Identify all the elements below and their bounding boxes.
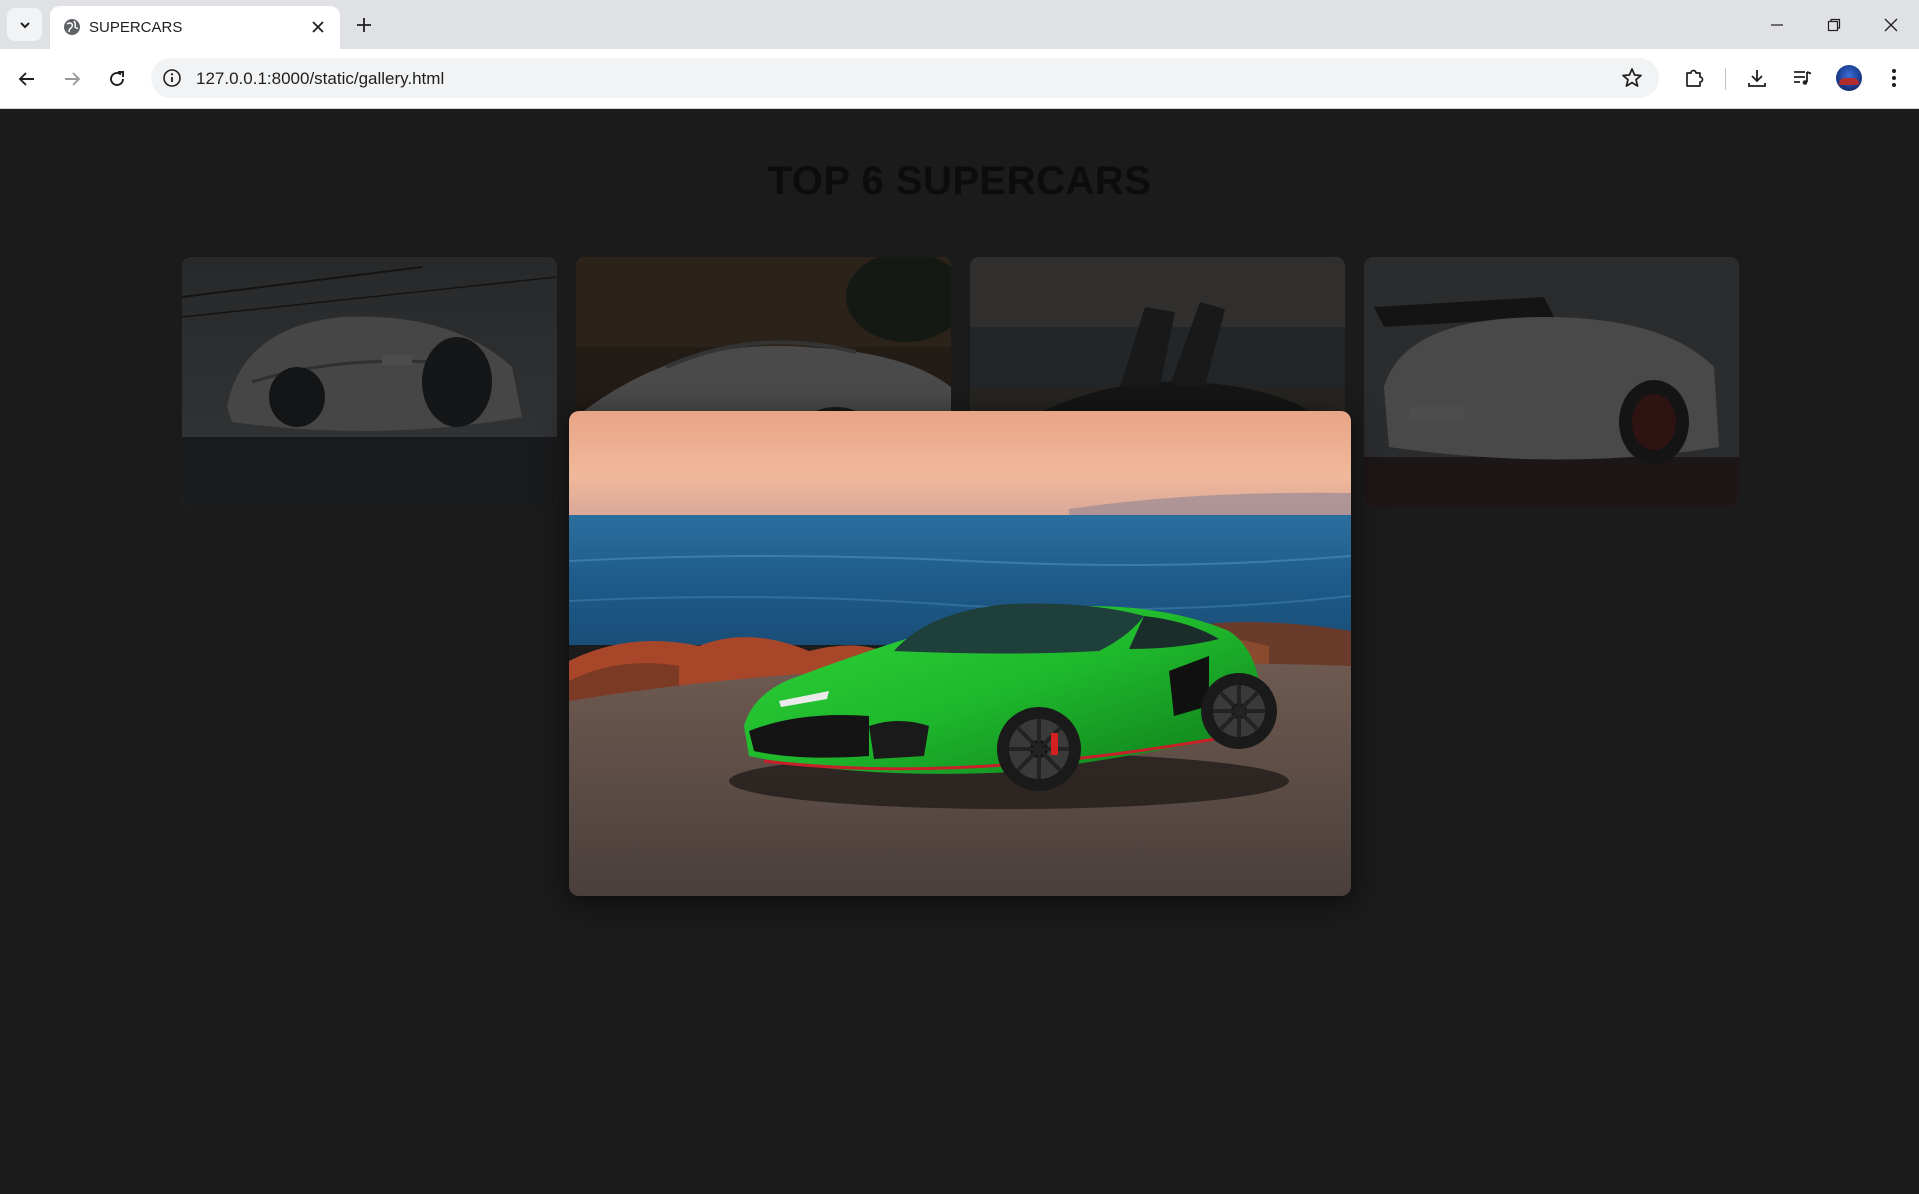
thumbnail-overlay bbox=[182, 257, 557, 507]
close-window-button[interactable] bbox=[1876, 10, 1906, 40]
minimize-icon bbox=[1771, 24, 1783, 26]
browser-toolbar: 127.0.0.1:8000/static/gallery.html bbox=[0, 49, 1919, 109]
close-icon bbox=[1884, 18, 1898, 32]
more-vertical-icon bbox=[1892, 69, 1896, 87]
tab-search-button[interactable] bbox=[7, 8, 42, 41]
bookmark-star-icon[interactable] bbox=[1621, 67, 1643, 89]
tab-title: SUPERCARS bbox=[89, 19, 183, 36]
reload-button[interactable] bbox=[103, 65, 131, 93]
page-title: TOP 6 SUPERCARS bbox=[767, 159, 1152, 203]
toolbar-divider bbox=[1725, 68, 1726, 90]
profile-avatar[interactable] bbox=[1836, 65, 1862, 91]
info-icon[interactable] bbox=[162, 68, 182, 88]
browser-menu-button[interactable] bbox=[1880, 64, 1908, 92]
extensions-button[interactable] bbox=[1680, 64, 1708, 92]
minimize-button[interactable] bbox=[1762, 10, 1792, 40]
arrow-right-icon bbox=[65, 72, 81, 86]
car-photo bbox=[569, 411, 1351, 896]
reload-icon bbox=[110, 71, 124, 86]
new-tab-button[interactable] bbox=[352, 13, 376, 37]
downloads-button[interactable] bbox=[1743, 64, 1771, 92]
browser-tab-bar: SUPERCARS bbox=[0, 0, 1919, 49]
media-controls-button[interactable] bbox=[1788, 64, 1816, 92]
plus-icon bbox=[357, 18, 371, 32]
globe-icon bbox=[64, 19, 80, 35]
arrow-left-icon bbox=[18, 72, 34, 86]
forward-button[interactable] bbox=[58, 65, 86, 93]
gallery-thumbnail-1[interactable] bbox=[182, 257, 557, 507]
gallery-thumbnail-4[interactable] bbox=[1364, 257, 1739, 507]
chevron-down-icon bbox=[19, 21, 30, 28]
browser-tab[interactable]: SUPERCARS bbox=[50, 6, 340, 49]
gallery-page: TOP 6 SUPERCARS bbox=[0, 109, 1919, 1194]
tab-close-button[interactable] bbox=[308, 17, 328, 37]
restore-icon bbox=[1827, 18, 1841, 32]
download-icon bbox=[1748, 70, 1766, 87]
address-bar[interactable]: 127.0.0.1:8000/static/gallery.html bbox=[151, 58, 1659, 98]
puzzle-icon bbox=[1686, 69, 1704, 87]
lightbox-image[interactable] bbox=[569, 411, 1351, 896]
close-icon bbox=[312, 21, 324, 33]
url-text[interactable]: 127.0.0.1:8000/static/gallery.html bbox=[196, 69, 444, 89]
back-button[interactable] bbox=[13, 65, 41, 93]
playlist-icon bbox=[1794, 71, 1812, 85]
restore-button[interactable] bbox=[1819, 10, 1849, 40]
thumbnail-overlay bbox=[1364, 257, 1739, 507]
